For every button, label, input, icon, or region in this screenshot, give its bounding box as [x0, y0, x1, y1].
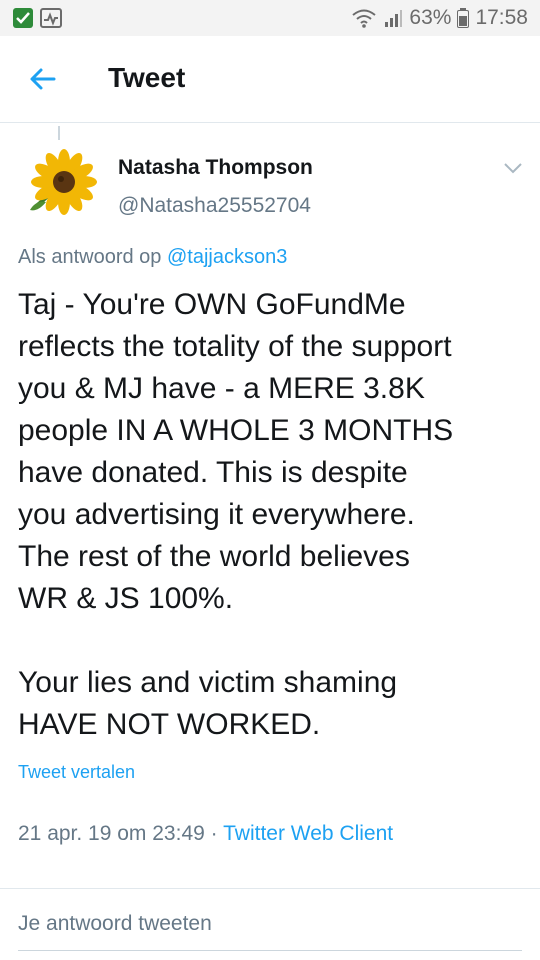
translate-tweet-link[interactable]: Tweet vertalen	[18, 762, 135, 783]
tweet-client-link[interactable]: Twitter Web Client	[223, 822, 393, 845]
battery-percentage: 63%	[409, 6, 452, 29]
notification-app-icon	[13, 8, 33, 28]
activity-monitor-icon	[40, 8, 62, 28]
status-left	[12, 7, 62, 29]
divider	[0, 888, 540, 889]
avatar[interactable]	[20, 146, 100, 226]
reply-input-underline	[18, 950, 522, 951]
status-right: 63% 17:58	[351, 6, 528, 30]
reply-input[interactable]: Je antwoord tweeten	[18, 912, 212, 936]
tweet-body: Taj - You're OWN GoFundMe reflects the t…	[18, 288, 454, 741]
back-arrow-icon[interactable]	[28, 64, 58, 94]
reply-mention-link[interactable]: @tajjackson3	[167, 246, 287, 268]
replying-to: Als antwoord op @tajjackson3	[18, 246, 287, 269]
sunflower-avatar-icon	[30, 149, 97, 215]
chevron-down-icon[interactable]	[502, 160, 524, 176]
app-bar: Tweet	[0, 36, 540, 123]
battery-icon	[457, 8, 470, 28]
meta-separator: ·	[204, 822, 224, 845]
thread-connector	[58, 126, 60, 140]
page-title: Tweet	[108, 62, 186, 93]
tweet-metadata: 21 apr. 19 om 23:49 · Twitter Web Client	[18, 822, 393, 846]
wifi-icon	[352, 9, 377, 28]
status-bar: 63% 17:58	[0, 0, 540, 36]
signal-icon	[385, 10, 403, 27]
replying-prefix: Als antwoord op	[18, 246, 162, 268]
author-name[interactable]: Natasha Thompson	[118, 156, 313, 180]
clock: 17:58	[475, 6, 528, 29]
tweet-timestamp[interactable]: 21 apr. 19 om 23:49	[18, 822, 205, 845]
author-handle[interactable]: @Natasha25552704	[118, 194, 311, 218]
